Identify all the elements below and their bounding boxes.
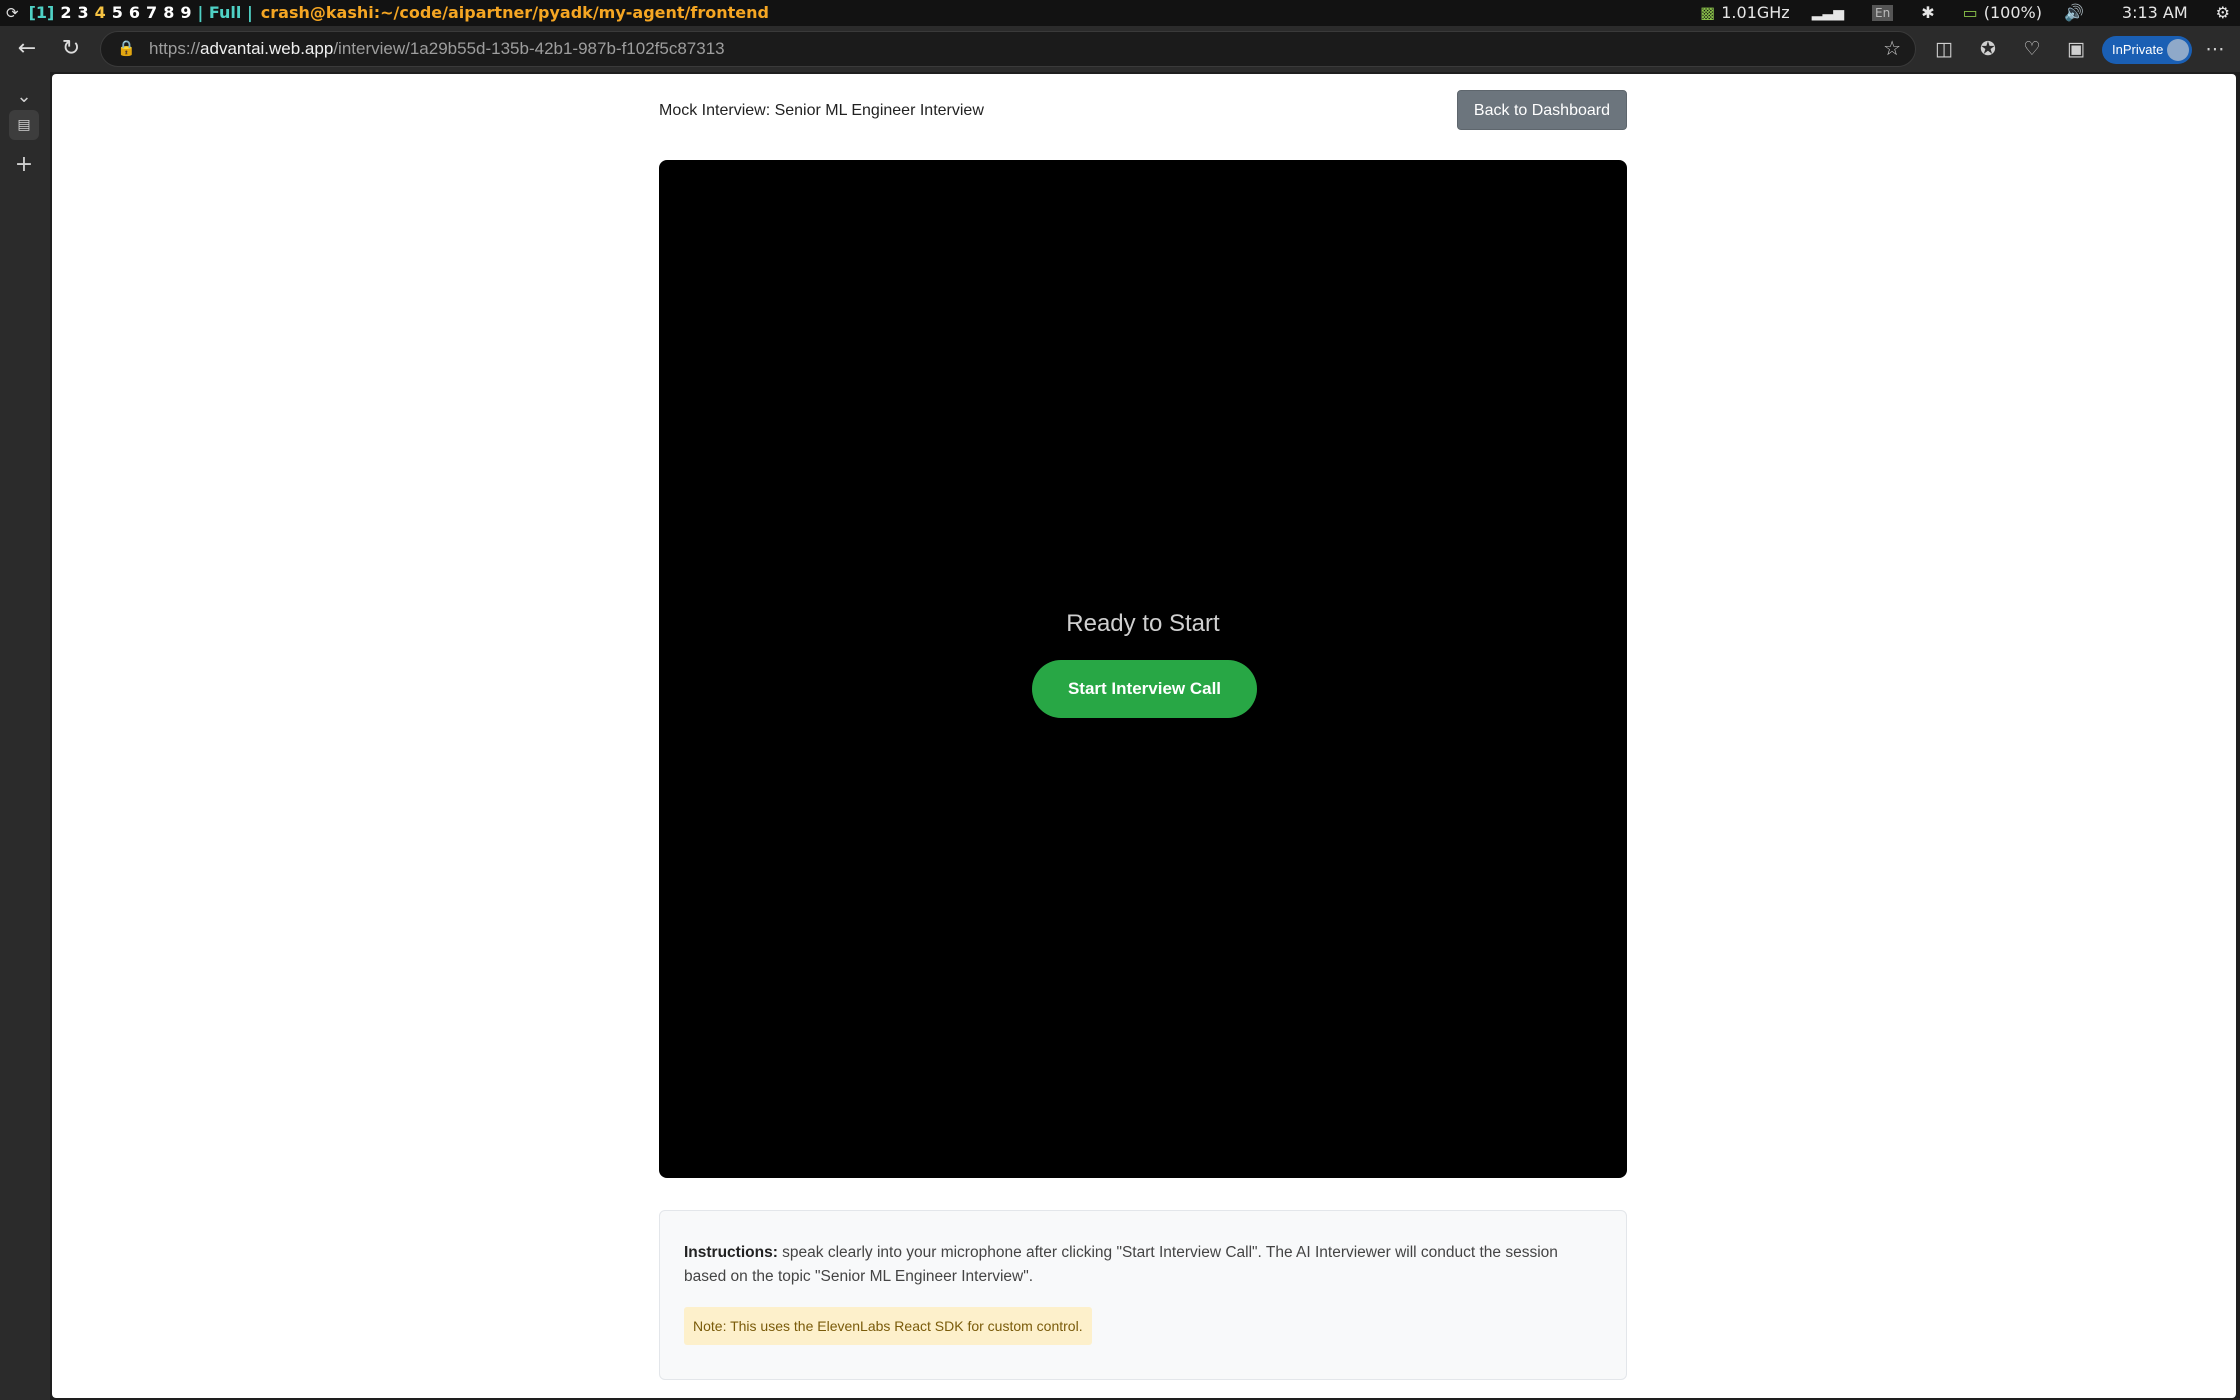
launcher-icon[interactable]: ⟳ [6, 4, 19, 22]
instructions-body: speak clearly into your microphone after… [684, 1244, 1558, 1285]
chevron-down-icon[interactable]: ⌄ [9, 82, 39, 112]
vertical-tabs-rail: ⌄ ▤ + [0, 72, 50, 1400]
battery-level: (100%) [1983, 3, 2042, 22]
url-scheme: https:// [149, 39, 201, 58]
workspace-3[interactable]: 3 [77, 3, 88, 22]
lock-icon[interactable]: 🔒 [117, 32, 136, 66]
window-title: crash@kashi:~/code/aipartner/pyadk/my-ag… [260, 3, 769, 22]
workspace-5[interactable]: 5 [112, 3, 123, 22]
inprivate-label: InPrivate [2112, 42, 2164, 57]
url-host: advantai.web.app [200, 39, 334, 58]
page-viewport: Mock Interview: Senior ML Engineer Inter… [52, 74, 2236, 1398]
workspace-7[interactable]: 7 [146, 3, 157, 22]
favorites-icon[interactable]: ✪ [1973, 34, 2003, 64]
system-status-bar: ⟳ [1] 2 3 4 5 6 7 8 9 | Full | crash@kas… [0, 0, 2240, 26]
sdk-note: Note: This uses the ElevenLabs React SDK… [684, 1307, 1092, 1345]
workspace-9[interactable]: 9 [180, 3, 191, 22]
reload-icon[interactable]: ↻ [56, 34, 86, 64]
address-bar[interactable]: 🔒 https://advantai.web.app/interview/1a2… [100, 31, 1916, 67]
layout-indicator: | Full | [197, 3, 253, 22]
workspace-4[interactable]: 4 [95, 3, 106, 22]
instructions-text: Instructions: speak clearly into your mi… [684, 1241, 1604, 1289]
page-header: Mock Interview: Senior ML Engineer Inter… [659, 90, 1627, 130]
clock: 3:13 AM [2121, 3, 2188, 22]
inprivate-badge[interactable]: InPrivate [2102, 36, 2192, 64]
bluetooth-icon[interactable]: ✱ [1921, 3, 1934, 22]
workspace-current[interactable]: [1] [29, 3, 55, 22]
interview-stage: Ready to Start Start Interview Call [659, 160, 1627, 1178]
browser-essentials-icon[interactable]: ♡ [2017, 34, 2047, 64]
signal-icon: ▂▃▅ [1811, 4, 1845, 21]
screenshot-icon[interactable]: ▣ [2061, 34, 2091, 64]
back-arrow-icon[interactable]: ← [12, 34, 42, 64]
volume-icon[interactable]: 🔊 [2064, 3, 2084, 22]
workspace-2[interactable]: 2 [60, 3, 71, 22]
back-to-dashboard-button[interactable]: Back to Dashboard [1456, 90, 1627, 130]
page-title: Mock Interview: Senior ML Engineer Inter… [659, 102, 984, 119]
new-tab-plus-icon[interactable]: + [9, 150, 39, 180]
workspace-6[interactable]: 6 [129, 3, 140, 22]
browser-toolbar: ← ↻ 🔒 https://advantai.web.app/interview… [0, 26, 2240, 72]
favorite-star-icon[interactable]: ☆ [1883, 32, 1901, 66]
start-interview-call-button[interactable]: Start Interview Call [1032, 660, 1257, 718]
battery-icon: ▭ [1962, 3, 1978, 22]
profile-avatar [2167, 39, 2189, 61]
cpu-frequency: 1.01GHz [1721, 3, 1790, 22]
workspace-8[interactable]: 8 [163, 3, 174, 22]
url-path: /interview/1a29b55d-135b-42b1-987b-f102f… [333, 39, 725, 58]
instructions-label: Instructions: [684, 1244, 778, 1261]
call-status-text: Ready to Start [1066, 610, 1220, 637]
keyboard-lang[interactable]: En [1872, 4, 1894, 21]
split-screen-icon[interactable]: ◫ [1929, 34, 1959, 64]
instructions-panel: Instructions: speak clearly into your mi… [659, 1210, 1627, 1380]
settings-gear-icon[interactable]: ⚙ [2216, 3, 2230, 22]
tab-favicon-icon[interactable]: ▤ [9, 110, 39, 140]
cpu-icon: ▩ [1700, 3, 1716, 22]
more-options-icon[interactable]: ⋯ [2200, 34, 2230, 64]
